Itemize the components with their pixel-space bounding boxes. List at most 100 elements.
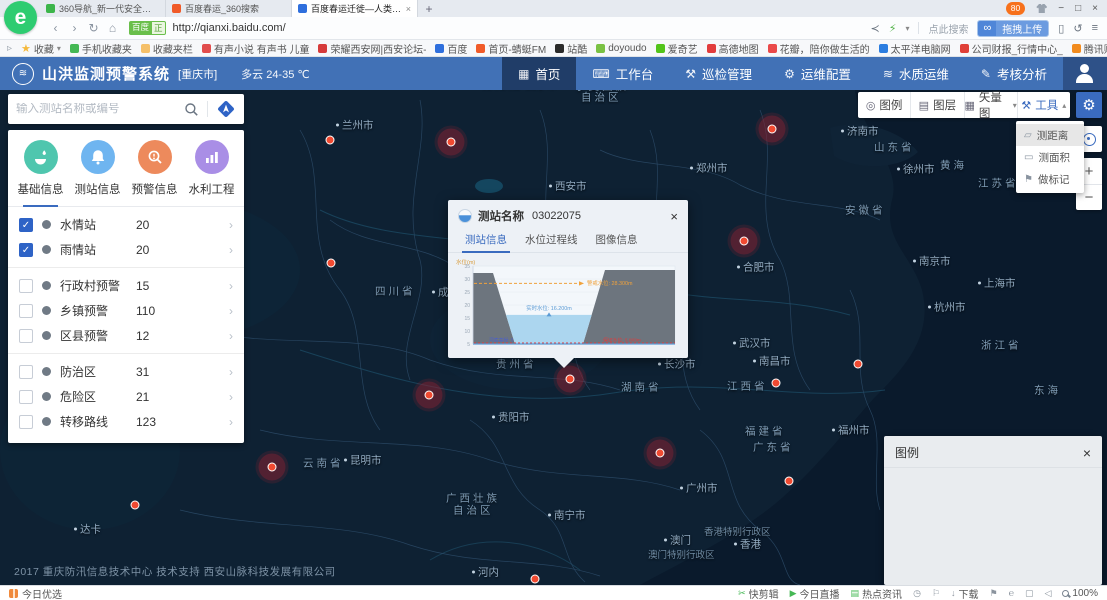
station-search-input[interactable]	[16, 103, 184, 115]
speed-caret-icon[interactable]: ▾	[905, 24, 909, 33]
forward-button[interactable]: ›	[65, 21, 84, 35]
chevron-right-icon[interactable]: ›	[229, 365, 233, 379]
station-marker[interactable]	[446, 137, 456, 147]
layer-row-雨情站[interactable]: ✓ 雨情站 20 ›	[8, 237, 244, 262]
status-item-100%[interactable]: 100%	[1062, 588, 1098, 599]
maximize-button[interactable]: □	[1075, 3, 1081, 14]
region-label[interactable]: [重庆市]	[178, 66, 217, 82]
menu-icon[interactable]: ≡	[1092, 22, 1098, 34]
checkbox[interactable]	[19, 364, 33, 379]
bookmark-item[interactable]: 首页-蜻蜓FM	[476, 41, 546, 56]
bookmark-item[interactable]: ★ 收藏 ▾	[21, 41, 61, 56]
nav-item-工作台[interactable]: ⌨ 工作台	[576, 57, 669, 90]
status-item[interactable]: ▢	[1025, 588, 1034, 599]
station-marker[interactable]	[655, 448, 665, 458]
category-tab-预警信息[interactable]: 预警信息	[126, 140, 183, 206]
chevron-right-icon[interactable]: ›	[229, 329, 233, 343]
chevron-right-icon[interactable]: ›	[229, 218, 233, 232]
layer-row-行政村预警[interactable]: 行政村预警 15 ›	[8, 273, 244, 298]
nav-item-首页[interactable]: ▦ 首页	[502, 57, 577, 90]
dropdown-item-做标记[interactable]: ⚑ 做标记	[1016, 168, 1084, 190]
bookmark-item[interactable]: 收藏夹栏	[140, 41, 193, 56]
station-marker[interactable]	[130, 500, 140, 510]
status-item[interactable]: ◷	[913, 588, 921, 599]
tab-close-icon[interactable]: ×	[406, 4, 411, 14]
category-tab-水利工程[interactable]: 水利工程	[183, 140, 240, 206]
station-marker[interactable]	[326, 258, 336, 268]
undo-icon[interactable]: ↺	[1073, 22, 1082, 35]
cloud-upload-widget[interactable]: ∞ 拖拽上传	[977, 19, 1050, 37]
site-safety-badge[interactable]: 百度 正	[129, 21, 166, 35]
nav-item-考核分析[interactable]: ✎ 考核分析	[965, 57, 1063, 90]
url-text[interactable]: http://qianxi.baidu.com/	[173, 22, 286, 34]
popup-close-icon[interactable]: ×	[670, 209, 678, 224]
settings-gear-button[interactable]: ⚙	[1076, 92, 1102, 118]
status-item-快剪辑[interactable]: ✂ 快剪辑	[738, 586, 779, 600]
new-tab-button[interactable]: +	[418, 0, 440, 17]
station-marker[interactable]	[771, 378, 781, 388]
layer-row-区县预警[interactable]: 区县预警 12 ›	[8, 323, 244, 348]
popup-tab-图像信息[interactable]: 图像信息	[587, 229, 647, 252]
bookmark-item[interactable]: 高德地图	[706, 41, 759, 56]
layer-row-危险区[interactable]: 危险区 21 ›	[8, 384, 244, 409]
chevron-right-icon[interactable]: ›	[229, 243, 233, 257]
station-marker[interactable]	[325, 135, 335, 145]
map-tool-图层[interactable]: ▤ 图层	[910, 92, 963, 118]
user-avatar[interactable]	[1063, 57, 1107, 90]
status-item-下载[interactable]: ↓ 下载	[951, 586, 979, 600]
bookmark-item[interactable]: 百度	[435, 41, 467, 56]
bookmark-item[interactable]: 站酷	[555, 41, 587, 56]
bookmark-item[interactable]: 手机收藏夹	[69, 41, 132, 56]
status-item[interactable]: ⚐	[932, 588, 940, 599]
search-icon[interactable]	[184, 102, 199, 117]
bookmark-item[interactable]: 花瓣，陪你做生活的	[767, 41, 870, 56]
map-tool-矢量图[interactable]: ▦ 矢量图 ▾	[963, 92, 1017, 120]
notification-badge[interactable]: 80	[1005, 2, 1026, 15]
status-item[interactable]: ◁	[1045, 588, 1052, 599]
browser-tab[interactable]: 百度春运_360搜索	[166, 0, 292, 17]
layer-row-水情站[interactable]: ✓ 水情站 20 ›	[8, 212, 244, 237]
station-marker[interactable]	[739, 236, 749, 246]
home-button[interactable]: ⌂	[103, 21, 122, 35]
browser-tab[interactable]: 百度春运迁徙—人类最大规模迁...×	[292, 0, 418, 17]
station-marker[interactable]	[267, 462, 277, 472]
layer-row-转移路线[interactable]: 转移路线 123 ›	[8, 409, 244, 434]
minimize-button[interactable]: −	[1058, 3, 1064, 14]
map-tool-工具[interactable]: ⚒ 工具 ▴	[1016, 92, 1070, 118]
reload-button[interactable]: ↻	[84, 21, 103, 35]
status-item[interactable]: ⚑	[990, 588, 998, 599]
category-tab-基础信息[interactable]: 基础信息	[12, 140, 69, 207]
legend-close-icon[interactable]: ×	[1083, 445, 1091, 461]
nav-item-水质运维[interactable]: ≋ 水质运维	[867, 57, 965, 90]
chevron-right-icon[interactable]: ›	[229, 279, 233, 293]
checkbox[interactable]	[19, 303, 33, 318]
bookmark-item[interactable]: 太平洋电脑网	[878, 41, 951, 56]
checkbox[interactable]	[19, 278, 33, 293]
bookmark-item[interactable]: 腾讯财经	[1071, 41, 1107, 56]
bookmark-item[interactable]: 荣耀西安网|西安论坛-	[318, 41, 426, 56]
chevron-right-icon[interactable]: ›	[229, 304, 233, 318]
bookmark-item[interactable]: 有声小说 有声书 儿童	[201, 41, 309, 56]
map-tool-图例[interactable]: ◎ 图例	[858, 92, 910, 118]
station-marker[interactable]	[767, 124, 777, 134]
station-marker[interactable]	[530, 574, 540, 584]
layer-row-防治区[interactable]: 防治区 31 ›	[8, 359, 244, 384]
checkbox[interactable]	[19, 328, 33, 343]
browser-360-logo[interactable]: e	[4, 1, 37, 34]
popup-tab-测站信息[interactable]: 测站信息	[456, 229, 516, 253]
chevron-right-icon[interactable]: ›	[229, 390, 233, 404]
nav-item-巡检管理[interactable]: ⚒ 巡检管理	[669, 57, 768, 90]
dropdown-item-测面积[interactable]: ▭ 测面积	[1016, 146, 1084, 168]
station-marker[interactable]	[784, 476, 794, 486]
station-marker[interactable]	[565, 374, 575, 384]
back-button[interactable]: ‹	[46, 21, 65, 35]
browser-tab[interactable]: 360导航_新一代安全上网导航	[40, 0, 166, 17]
checkbox[interactable]: ✓	[19, 217, 33, 232]
cloud-disk-icon[interactable]: ∞	[978, 20, 997, 36]
status-item-今日直播[interactable]: ▶ 今日直播	[790, 586, 840, 600]
bookmark-item[interactable]: 爱奇艺	[655, 41, 698, 56]
checkbox[interactable]	[19, 414, 33, 429]
locate-diamond-icon[interactable]	[216, 99, 236, 119]
mobile-icon[interactable]: ▯	[1058, 22, 1064, 35]
checkbox[interactable]: ✓	[19, 242, 33, 257]
